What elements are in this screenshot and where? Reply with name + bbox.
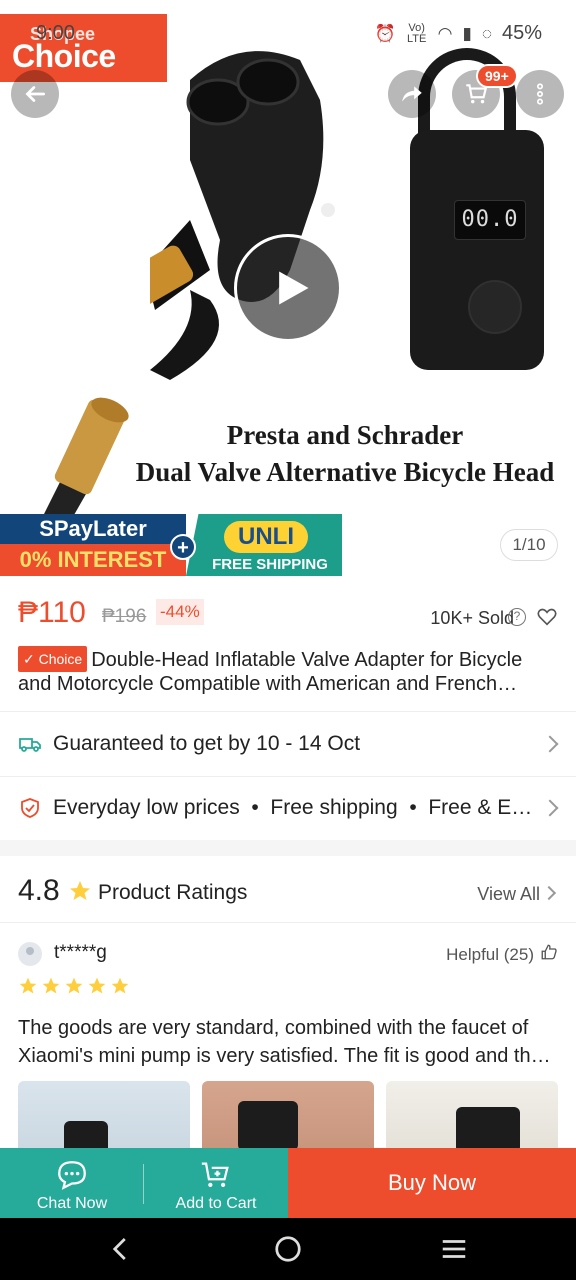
pump-button <box>468 280 522 334</box>
promo-banner[interactable]: SPayLater 0% INTEREST UNLI FREE SHIPPING… <box>0 514 342 576</box>
nav-recents-icon[interactable] <box>439 1234 469 1264</box>
chat-icon <box>58 1161 86 1190</box>
ratings-label: Product Ratings <box>98 881 248 904</box>
star-icon <box>42 977 60 994</box>
review-text: The goods are very standard, combined wi… <box>18 1017 542 1067</box>
share-icon <box>402 86 422 102</box>
add-to-cart-icon <box>201 1162 229 1188</box>
caption-line-2: Dual Valve Alternative Bicycle Head <box>135 457 555 487</box>
delivery-text: Guaranteed to get by 10 - 14 Oct <box>53 732 361 755</box>
delivery-row[interactable]: Guaranteed to get by 10 - 14 Oct <box>0 712 576 776</box>
price-row: ₱110 ₱196 -44% 10K+ Sold ? <box>18 596 558 636</box>
alarm-icon: ⏰ <box>374 23 396 43</box>
reviewer-name: t*****g <box>54 942 107 963</box>
bottom-action-bar: Chat Now Add to Cart Buy Now <box>0 1148 576 1218</box>
wifi-icon: ◠ <box>437 23 453 43</box>
unli-subtitle: FREE SHIPPING <box>212 556 328 573</box>
cart-count-badge: 99+ <box>476 64 518 88</box>
pump-display: 00.0 <box>454 200 526 240</box>
divider <box>0 922 576 923</box>
section-gap <box>0 840 576 856</box>
hero-caption: Presta and Schrader Dual Valve Alternati… <box>130 420 560 488</box>
brass-valve-image <box>40 397 129 522</box>
caption-line-1: Presta and Schrader <box>226 420 464 450</box>
star-icon <box>19 977 37 994</box>
back-icon <box>25 86 46 102</box>
shield-icon <box>21 798 39 818</box>
more-icon <box>536 83 544 105</box>
star-icon <box>70 881 90 900</box>
rating-score: 4.8 <box>18 874 60 907</box>
review-photos <box>18 1081 558 1149</box>
back-button[interactable] <box>11 70 59 118</box>
choice-tag: ✓ Choice <box>18 646 88 672</box>
nav-back-icon[interactable] <box>106 1234 136 1264</box>
original-price: ₱196 <box>102 606 147 627</box>
thumb-up-icon[interactable] <box>540 943 558 961</box>
review-photo[interactable] <box>386 1081 558 1149</box>
unli-shipping-promo: UNLI FREE SHIPPING <box>186 514 342 576</box>
chat-now-label: Chat Now <box>36 1195 108 1212</box>
status-icons: ⏰ Vo) LTE ◠ ▮ ◌ 45% <box>374 22 542 45</box>
review-photo[interactable] <box>18 1081 190 1149</box>
status-time: 9:00 <box>36 22 75 44</box>
pump-body: 00.0 <box>410 130 544 370</box>
add-to-cart-button[interactable]: Add to Cart <box>144 1148 288 1218</box>
benefits-text: Everyday low prices • Free shipping • Fr… <box>53 796 539 819</box>
help-icon[interactable]: ? <box>508 608 526 626</box>
sold-count: 10K+ Sold <box>430 608 514 628</box>
share-button[interactable] <box>388 70 436 118</box>
status-bar: 9:00 ⏰ Vo) LTE ◠ ▮ ◌ 45% <box>0 0 576 64</box>
review-stars <box>18 976 130 996</box>
play-icon <box>279 271 309 305</box>
spaylater-promo: SPayLater 0% INTEREST <box>0 514 186 576</box>
spaylater-title: SPayLater <box>0 514 186 544</box>
chevron-right-icon <box>541 885 557 901</box>
spaylater-interest: 0% INTEREST <box>0 544 186 576</box>
signal-icon: ▮ <box>462 23 472 43</box>
nav-home-icon[interactable] <box>273 1234 303 1264</box>
discount-badge: -44% <box>156 599 204 625</box>
star-icon <box>88 977 106 994</box>
current-price: ₱110 <box>18 596 86 629</box>
review-photo[interactable] <box>202 1081 374 1149</box>
product-title-text: Double-Head Inflatable Valve Adapter for… <box>18 649 523 695</box>
chat-now-button[interactable]: Chat Now <box>0 1148 144 1218</box>
divider <box>143 1164 144 1204</box>
system-nav-bar <box>0 1218 576 1280</box>
image-counter: 1/10 <box>500 529 558 561</box>
add-to-cart-label: Add to Cart <box>175 1195 257 1212</box>
chevron-right-icon <box>541 735 559 753</box>
heart-icon[interactable] <box>536 606 558 628</box>
unli-title: UNLI <box>224 521 308 553</box>
view-all-ratings-link[interactable]: View All <box>477 884 540 905</box>
ratings-header: 4.8 Product Ratings View All <box>18 872 558 914</box>
battery-icon: ◌ <box>481 23 492 43</box>
truck-icon <box>19 738 41 752</box>
star-icon <box>65 977 83 994</box>
product-image-carousel[interactable]: 9:00 ⏰ Vo) LTE ◠ ▮ ◌ 45% Shopee Choice 0… <box>0 0 576 576</box>
battery-percent: 45% <box>501 22 542 44</box>
helpful-button[interactable]: Helpful (25) <box>446 945 534 965</box>
plus-icon: + <box>170 534 196 560</box>
chevron-right-icon <box>541 799 559 817</box>
more-options-button[interactable] <box>516 70 564 118</box>
cart-button[interactable]: 99+ <box>452 64 518 118</box>
play-video-button[interactable] <box>234 234 342 342</box>
product-title: ✓ Choice Double-Head Inflatable Valve Ada… <box>18 646 558 696</box>
benefits-row[interactable]: Everyday low prices • Free shipping • Fr… <box>0 776 576 840</box>
star-icon <box>111 977 129 994</box>
buy-now-button[interactable]: Buy Now <box>288 1148 576 1218</box>
avatar <box>18 942 42 966</box>
network-label: Vo) LTE <box>406 21 427 45</box>
